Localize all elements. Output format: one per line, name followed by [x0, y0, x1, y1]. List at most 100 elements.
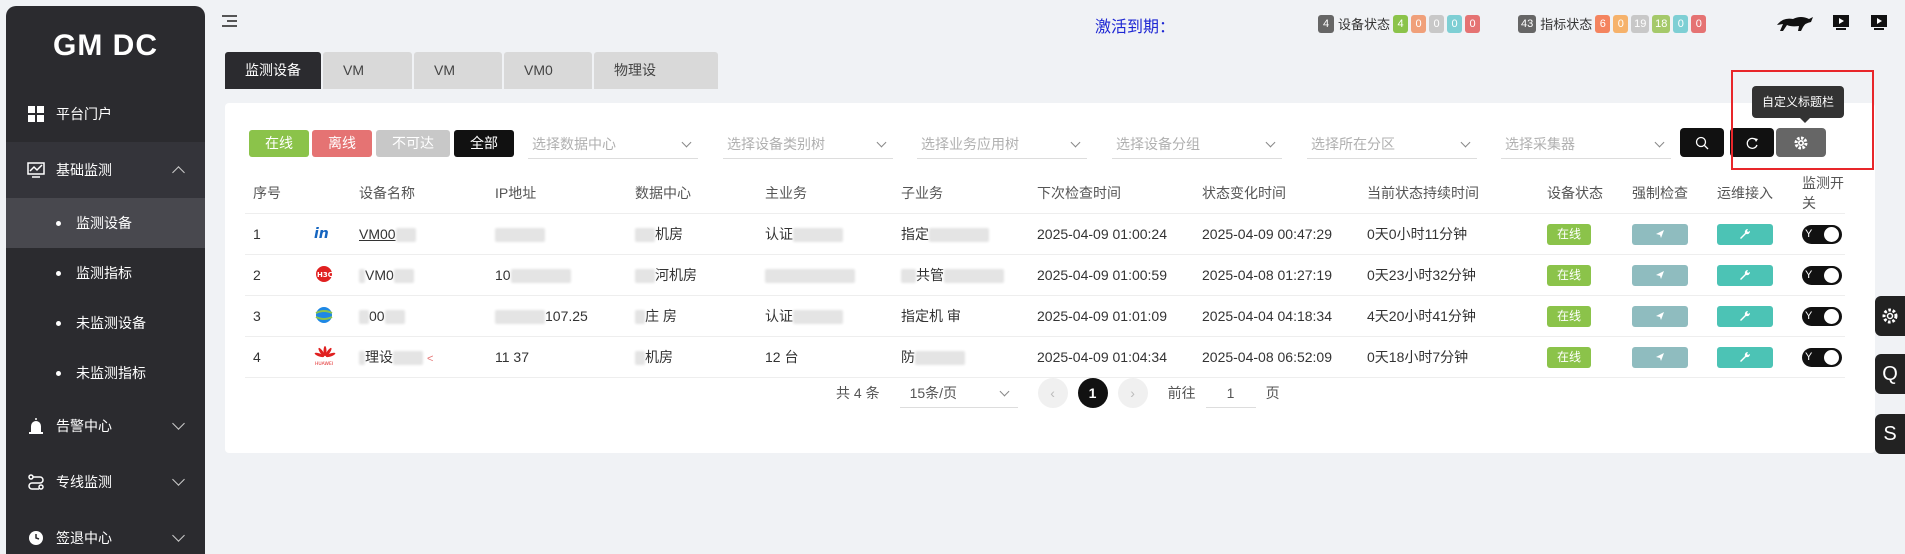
send-icon: [1656, 312, 1664, 320]
sub-unmonitored-index[interactable]: 未监测指标: [6, 348, 205, 398]
sidebar: GM DC 平台门户 基础监测 监测设备 监测指标 未监测设备 未监测指标 告警…: [6, 6, 205, 554]
menu-toggle-icon[interactable]: [222, 15, 237, 29]
device-name-link[interactable]: 理设: [365, 349, 393, 365]
svg-text:in: in: [314, 226, 329, 240]
col-force-check: 强制检查: [1624, 173, 1709, 214]
status-badge: 在线: [1547, 346, 1591, 368]
col-device-name: 设备名称: [351, 173, 487, 214]
pagination: 共 4 条 15条/页 ‹ 1 › 前往 1 页: [836, 378, 1280, 408]
col-ops-access: 运维接入: [1709, 173, 1794, 214]
nav-basic-monitor[interactable]: 基础监测: [6, 142, 205, 198]
switch-label: Y: [1805, 269, 1813, 282]
force-check-button[interactable]: [1632, 264, 1688, 286]
gear-icon: [1882, 308, 1898, 324]
device-name-link[interactable]: VM0: [365, 267, 394, 283]
device-status-summary[interactable]: 4 设备状态 4 0 0 0 0: [1318, 14, 1481, 33]
datacenter-select[interactable]: 选择数据中心: [528, 129, 698, 159]
nav-alarm-center[interactable]: 告警中心: [6, 398, 205, 454]
page-size-select[interactable]: 15条/页: [899, 378, 1018, 408]
monitor-switch[interactable]: Y: [1802, 347, 1842, 367]
switch-label: Y: [1805, 310, 1813, 323]
status-change-time: 2025-04-08 01:27:19: [1194, 254, 1359, 296]
filter-all-button[interactable]: 全部: [454, 130, 514, 157]
datacenter: 河机房: [655, 267, 697, 283]
row-no: 4: [245, 336, 305, 378]
col-device-status: 设备状态: [1539, 173, 1624, 214]
status-badge: 0: [1447, 14, 1463, 33]
device-category-select[interactable]: 选择设备类别树: [723, 129, 893, 159]
status-duration: 4天20小时41分钟: [1359, 295, 1539, 337]
route-icon: [26, 472, 46, 492]
settings-side-tab[interactable]: [1875, 296, 1905, 336]
device-name-link[interactable]: 00: [369, 308, 385, 324]
search-button[interactable]: [1680, 128, 1724, 157]
filter-offline-button[interactable]: 离线: [312, 130, 372, 157]
page-size-label: 15条/页: [909, 385, 958, 401]
sub-label: 未监测设备: [76, 315, 146, 331]
monitor-chart-icon: [26, 160, 46, 180]
monitor-switch[interactable]: Y: [1802, 224, 1842, 244]
datacenter: 机房: [645, 349, 673, 365]
status-badge: 0: [1691, 14, 1707, 33]
force-check-button[interactable]: [1632, 305, 1688, 327]
switch-label: Y: [1805, 228, 1813, 241]
chevron-down-icon: [1070, 137, 1081, 148]
nav-sign-center[interactable]: 签退中心: [6, 510, 205, 554]
force-check-button[interactable]: [1632, 223, 1688, 245]
monitor-switch[interactable]: Y: [1802, 306, 1842, 326]
status-badge: 0: [1465, 14, 1481, 33]
ops-access-button[interactable]: [1717, 223, 1773, 245]
device-name-link[interactable]: VM00: [359, 226, 396, 242]
sub-monitor-index[interactable]: 监测指标: [6, 248, 205, 298]
status-duration: 0天18小时7分钟: [1359, 336, 1539, 378]
table-header-row: 序号 设备名称 IP地址 数据中心 主业务 子业务 下次检查时间 状态变化时间 …: [245, 173, 1845, 214]
nav-line-monitor[interactable]: 专线监测: [6, 454, 205, 510]
side-tab-s[interactable]: S: [1875, 414, 1905, 454]
play-screen-icon-2[interactable]: [1870, 13, 1888, 33]
send-icon: [1656, 230, 1664, 238]
nav-line-label: 专线监测: [56, 474, 112, 490]
tab-physical[interactable]: 物理设: [594, 52, 718, 89]
send-icon: [1656, 353, 1664, 361]
ops-access-button[interactable]: [1717, 346, 1773, 368]
sub-unmonitored-device[interactable]: 未监测设备: [6, 298, 205, 348]
bullet-icon: [56, 370, 61, 376]
device-group-select[interactable]: 选择设备分组: [1112, 129, 1282, 159]
sub-monitor-device[interactable]: 监测设备: [6, 198, 205, 248]
status-badge: 0: [1411, 14, 1427, 33]
nav-portal[interactable]: 平台门户: [6, 86, 205, 142]
filter-unreachable-button[interactable]: 不可达: [376, 130, 450, 157]
play-screen-icon[interactable]: [1832, 13, 1850, 33]
tab-vm-2[interactable]: VM: [414, 52, 502, 89]
share-icon[interactable]: <: [427, 353, 433, 365]
status-change-time: 2025-04-09 00:47:29: [1194, 213, 1359, 255]
next-page-button[interactable]: ›: [1117, 378, 1148, 408]
ops-access-button[interactable]: [1717, 305, 1773, 327]
index-status-summary[interactable]: 43 指标状态 6 0 19 18 0 0: [1518, 14, 1707, 33]
chevron-down-icon: [1265, 137, 1276, 148]
tab-monitor-device[interactable]: 监测设备: [225, 52, 321, 89]
main-business: 认证: [765, 226, 793, 242]
monitor-switch[interactable]: Y: [1802, 265, 1842, 285]
bullet-icon: [56, 270, 61, 276]
side-tab-q[interactable]: Q: [1875, 354, 1905, 394]
filter-online-button[interactable]: 在线: [249, 130, 309, 157]
status-duration: 0天0小时11分钟: [1359, 213, 1539, 255]
page-tabs: 监测设备 VM VM VM0 物理设: [225, 52, 720, 89]
main-business: 认证: [765, 308, 793, 324]
zone-select[interactable]: 选择所在分区: [1307, 129, 1477, 159]
business-app-select[interactable]: 选择业务应用树: [917, 129, 1087, 159]
tab-vm-3[interactable]: VM0: [504, 52, 592, 89]
prev-page-button[interactable]: ‹: [1037, 378, 1068, 408]
status-change-time: 2025-04-08 06:52:09: [1194, 336, 1359, 378]
goto-page-input[interactable]: 1: [1205, 378, 1256, 408]
col-status-change: 状态变化时间: [1194, 173, 1359, 214]
ops-access-button[interactable]: [1717, 264, 1773, 286]
chevron-down-icon: [1654, 137, 1665, 148]
status-badge: 0: [1613, 14, 1629, 33]
collector-select[interactable]: 选择采集器: [1501, 129, 1671, 159]
tab-vm-1[interactable]: VM: [323, 52, 412, 89]
panther-logo-icon: [1775, 13, 1815, 33]
force-check-button[interactable]: [1632, 346, 1688, 368]
page-1-button[interactable]: 1: [1077, 378, 1108, 408]
